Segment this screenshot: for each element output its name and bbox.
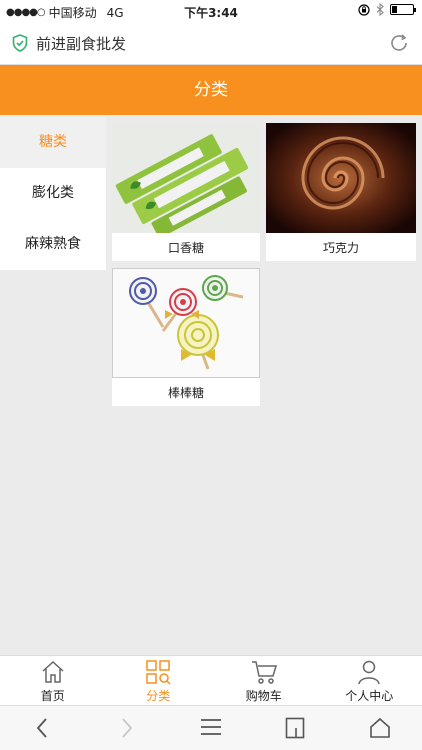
- sidebar-item-candy[interactable]: 糖类: [0, 117, 106, 168]
- category-icon: [146, 660, 171, 685]
- battery-level: [392, 6, 397, 13]
- orientation-lock-icon: [358, 3, 370, 16]
- status-right: [358, 3, 416, 16]
- sidebar-item-puffed-snacks[interactable]: 膨化类: [0, 168, 106, 219]
- tab-label: 首页: [40, 689, 65, 703]
- product-card-chewing-gum[interactable]: 口香糖: [112, 123, 260, 261]
- browser-home-icon: [370, 717, 390, 738]
- tab-label: 购物车: [245, 689, 282, 703]
- category-sidebar: 糖类 膨化类 麻辣熟食: [0, 117, 106, 270]
- chewing-gum-image: [112, 123, 260, 233]
- sidebar-item-spicy-food[interactable]: 麻辣熟食: [0, 219, 106, 270]
- tab-category[interactable]: 分类: [106, 656, 212, 705]
- chocolate-image: [266, 123, 416, 233]
- tabs-icon: [286, 717, 305, 739]
- shield-icon: [12, 34, 28, 52]
- tabs-button[interactable]: [253, 706, 337, 750]
- product-name: 棒棒糖: [167, 386, 204, 400]
- battery-icon: [390, 4, 416, 15]
- chevron-right-icon: [121, 718, 132, 738]
- bottom-tab-bar: 首页 分类 购物车 个人中心: [0, 655, 422, 705]
- forward-button[interactable]: [84, 706, 168, 750]
- lollipop-image: [112, 268, 260, 378]
- chevron-left-icon: [36, 718, 47, 738]
- product-name: 口香糖: [167, 241, 204, 255]
- tab-cart[interactable]: 购物车: [211, 656, 317, 705]
- user-icon: [358, 660, 380, 685]
- back-button[interactable]: [0, 706, 84, 750]
- status-bar: ●●●●○ 中国移动 4G 下午3:44: [0, 0, 422, 22]
- cart-icon: [251, 661, 277, 684]
- browser-nav-bar: [0, 705, 422, 750]
- menu-icon: [201, 719, 222, 735]
- tab-label: 个人中心: [345, 689, 394, 703]
- product-card-chocolate[interactable]: 巧克力: [266, 123, 416, 261]
- home-icon: [42, 660, 64, 683]
- category-header: 分类: [0, 65, 422, 115]
- product-name: 巧克力: [322, 241, 359, 255]
- browser-title-bar: 前进副食批发: [0, 22, 422, 65]
- tab-profile[interactable]: 个人中心: [317, 656, 422, 705]
- tab-home[interactable]: 首页: [0, 656, 106, 705]
- tab-label: 分类: [146, 689, 171, 703]
- bluetooth-icon: [376, 3, 384, 16]
- menu-button[interactable]: [169, 706, 253, 750]
- home-button[interactable]: [338, 706, 422, 750]
- product-card-lollipop[interactable]: 棒棒糖: [112, 268, 260, 406]
- refresh-icon[interactable]: [388, 32, 410, 54]
- page-title: 前进副食批发: [36, 35, 127, 53]
